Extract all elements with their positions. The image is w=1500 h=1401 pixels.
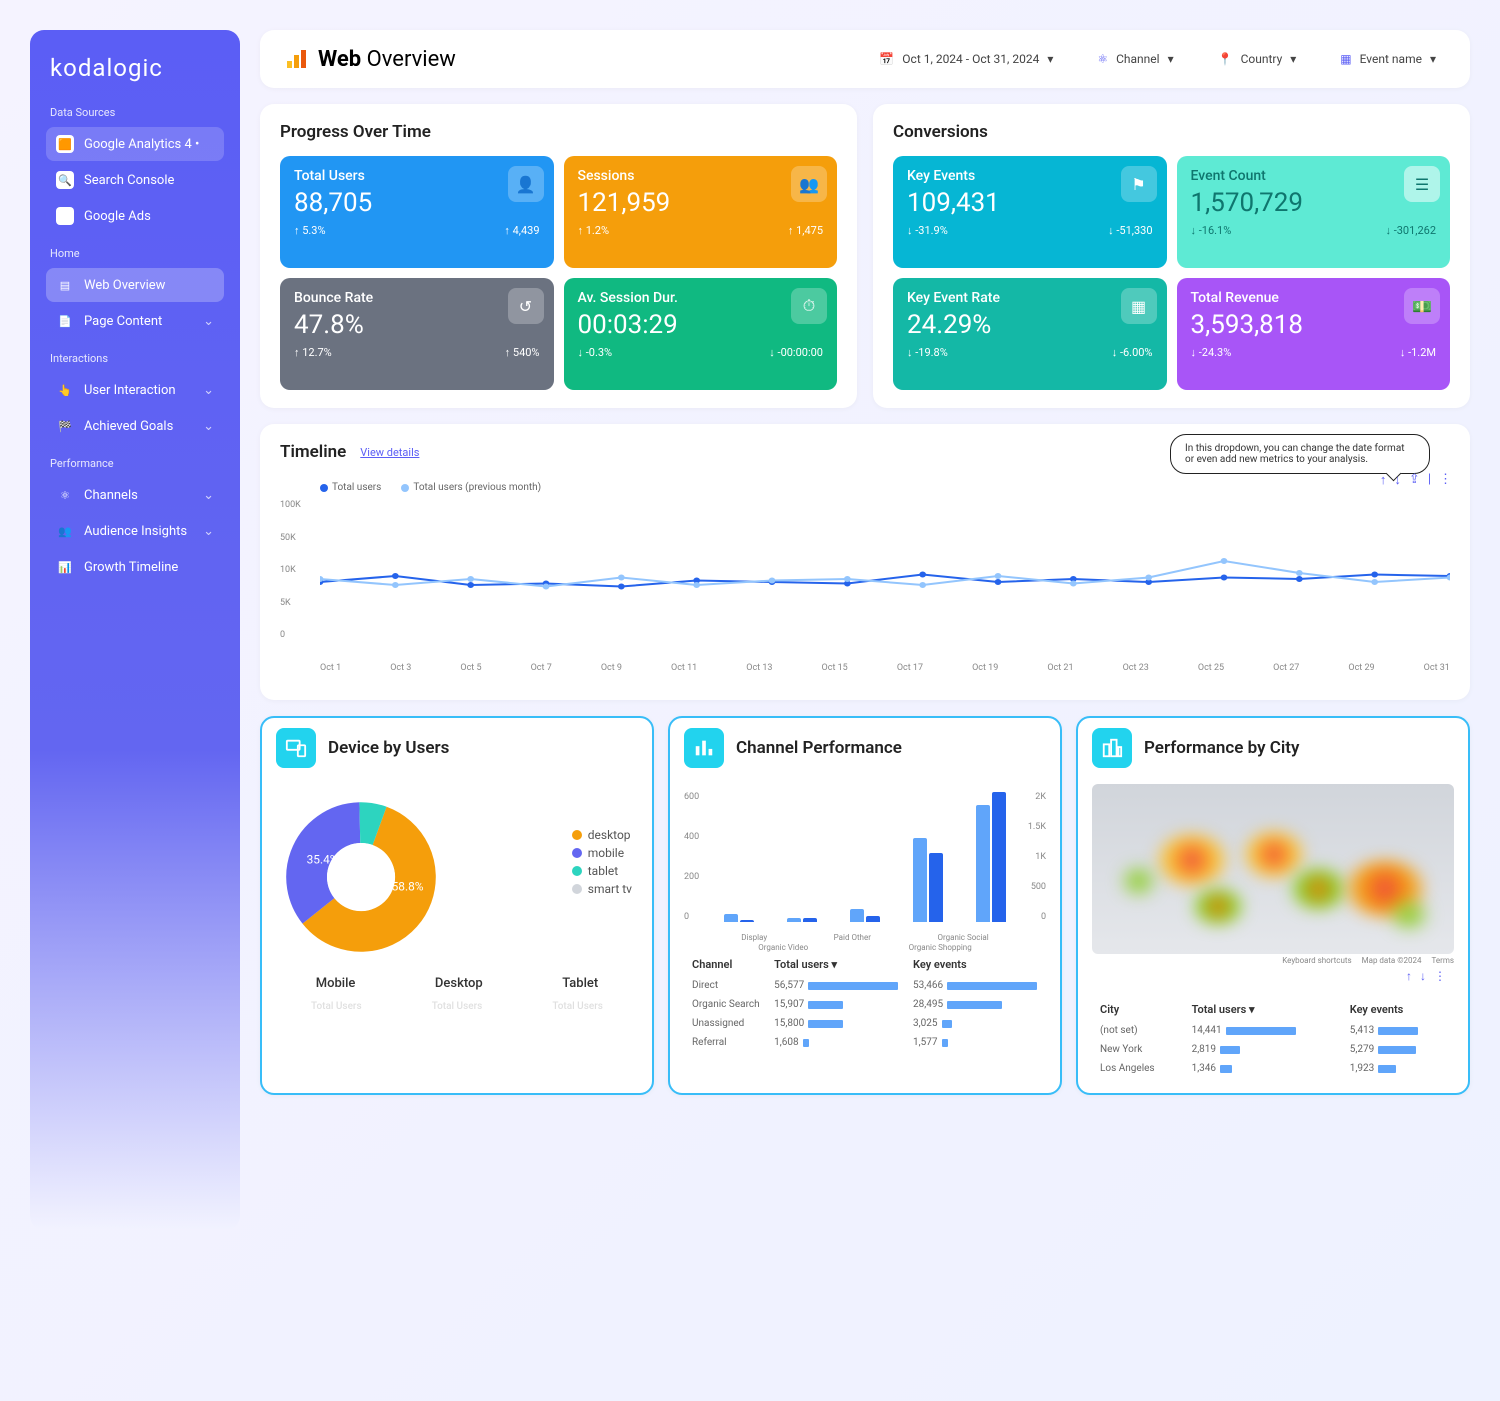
metric-total-users[interactable]: 👤 Total Users 88,705 5.3% 4,439 bbox=[280, 156, 554, 268]
section-label: Performance bbox=[50, 457, 224, 470]
chevron-down-icon: ⌄ bbox=[203, 488, 214, 503]
chevron-down-icon: ⌄ bbox=[203, 383, 214, 398]
nav-item-google-analytics-4[interactable]: 🟧Google Analytics 4 • bbox=[46, 127, 224, 161]
nav-icon: 📄 bbox=[56, 312, 74, 330]
metric-icon: ⏱ bbox=[791, 288, 827, 324]
table-row[interactable]: Organic Search15,90728,495 bbox=[686, 996, 1044, 1013]
country-filter[interactable]: 📍 Country ▾ bbox=[1208, 46, 1307, 72]
timeline-panel: Timeline View details In this dropdown, … bbox=[260, 424, 1470, 700]
chevron-down-icon: ▾ bbox=[1430, 52, 1436, 66]
device-donut: 58.8% 35.4% bbox=[276, 792, 446, 962]
metric-event-count[interactable]: ☰ Event Count 1,570,729 -16.1% -301,262 bbox=[1177, 156, 1451, 268]
device-card: Device by Users 58.8% 35.4% desktopmobil… bbox=[260, 716, 654, 1095]
timeline-tooltip: In this dropdown, you can change the dat… bbox=[1170, 434, 1430, 474]
nav-item-user-interaction[interactable]: 👆User Interaction⌄ bbox=[46, 373, 224, 407]
more-icon[interactable]: ⋮ bbox=[1434, 969, 1446, 983]
topbar: Web Overview 📅 Oct 1, 2024 - Oct 31, 202… bbox=[260, 30, 1470, 88]
date-filter[interactable]: 📅 Oct 1, 2024 - Oct 31, 2024 ▾ bbox=[869, 46, 1063, 72]
table-row[interactable]: Unassigned15,8003,025 bbox=[686, 1015, 1044, 1032]
chevron-down-icon: ⌄ bbox=[203, 314, 214, 329]
progress-title: Progress Over Time bbox=[280, 122, 837, 142]
arrow-up-icon[interactable]: ↑ bbox=[1406, 969, 1412, 983]
nav-item-search-console[interactable]: 🔍Search Console bbox=[46, 163, 224, 197]
timeline-chart: Total usersTotal users (previous month) … bbox=[280, 482, 1450, 682]
sidebar: kodalogic Data Sources 🟧Google Analytics … bbox=[30, 30, 240, 1230]
city-table: CityTotal users ▾Key events (not set)14,… bbox=[1092, 997, 1454, 1079]
metric-icon: 👥 bbox=[791, 166, 827, 202]
nav-icon: 👆 bbox=[56, 381, 74, 399]
metric-bounce-rate[interactable]: ↺ Bounce Rate 47.8% 12.7% 540% bbox=[280, 278, 554, 390]
table-row[interactable]: New York2,8195,279 bbox=[1094, 1041, 1452, 1058]
progress-panel: Progress Over Time 👤 Total Users 88,705 … bbox=[260, 104, 857, 408]
channel-bar-chart: 6004002000 2K1.5K1K5000 DisplayPaid Othe… bbox=[684, 792, 1046, 942]
chevron-down-icon: ▾ bbox=[1047, 52, 1053, 66]
calendar-icon: 📅 bbox=[879, 52, 894, 66]
nav-icon: ▤ bbox=[56, 276, 74, 294]
nav-item-web-overview[interactable]: ▤Web Overview bbox=[46, 268, 224, 302]
svg-text:58.8%: 58.8% bbox=[392, 880, 424, 894]
brand-logo: kodalogic bbox=[46, 54, 224, 82]
channel-table: ChannelTotal users ▾Key events Direct56,… bbox=[684, 952, 1046, 1053]
nav-icon: 👥 bbox=[56, 522, 74, 540]
device-title: Device by Users bbox=[328, 738, 449, 758]
main-content: Web Overview 📅 Oct 1, 2024 - Oct 31, 202… bbox=[260, 30, 1470, 1230]
metric-av-session-dur-[interactable]: ⏱ Av. Session Dur. 00:03:29 -0.3% -00:00… bbox=[564, 278, 838, 390]
world-heatmap[interactable] bbox=[1092, 784, 1454, 954]
conversions-panel: Conversions ⚑ Key Events 109,431 -31.9% … bbox=[873, 104, 1470, 408]
nav-item-page-content[interactable]: 📄Page Content⌄ bbox=[46, 304, 224, 338]
channel-icon: ⚛ bbox=[1097, 52, 1108, 66]
metric-key-event-rate[interactable]: ▦ Key Event Rate 24.29% -19.8% -6.00% bbox=[893, 278, 1167, 390]
event-filter[interactable]: ▦ Event name ▾ bbox=[1330, 46, 1446, 72]
city-card: Performance by City Keyboard shortcutsMa… bbox=[1076, 716, 1470, 1095]
table-row[interactable]: Los Angeles1,3461,923 bbox=[1094, 1060, 1452, 1077]
grid-icon: ▦ bbox=[1340, 52, 1351, 66]
metric-key-events[interactable]: ⚑ Key Events 109,431 -31.9% -51,330 bbox=[893, 156, 1167, 268]
section-label: Home bbox=[50, 247, 224, 260]
table-row[interactable]: Referral1,6081,577 bbox=[686, 1034, 1044, 1051]
arrow-down-icon[interactable]: ↓ bbox=[1420, 969, 1426, 983]
timeline-title: Timeline bbox=[280, 442, 346, 462]
nav-item-growth-timeline[interactable]: 📊Growth Timeline bbox=[46, 550, 224, 584]
metric-icon: ▦ bbox=[1121, 288, 1157, 324]
metric-total-revenue[interactable]: 💵 Total Revenue 3,593,818 -24.3% -1.2M bbox=[1177, 278, 1451, 390]
bar-chart-icon bbox=[684, 728, 724, 768]
channel-card: Channel Performance 6004002000 2K1.5K1K5… bbox=[668, 716, 1062, 1095]
svg-text:35.4%: 35.4% bbox=[307, 852, 339, 866]
nav-icon: 🏁 bbox=[56, 417, 74, 435]
chevron-down-icon: ⌄ bbox=[203, 524, 214, 539]
nav-icon: 🔍 bbox=[56, 171, 74, 189]
metric-icon: ☰ bbox=[1404, 166, 1440, 202]
section-label: Interactions bbox=[50, 352, 224, 365]
metric-icon: 💵 bbox=[1404, 288, 1440, 324]
metric-icon: 👤 bbox=[508, 166, 544, 202]
section-label: Data Sources bbox=[50, 106, 224, 119]
location-icon: 📍 bbox=[1218, 52, 1233, 66]
channel-title: Channel Performance bbox=[736, 738, 902, 758]
chevron-down-icon: ▾ bbox=[1290, 52, 1296, 66]
table-row[interactable]: Direct56,57753,466 bbox=[686, 977, 1044, 994]
nav-item-audience-insights[interactable]: 👥Audience Insights⌄ bbox=[46, 514, 224, 548]
nav-icon: ▲ bbox=[56, 207, 74, 225]
nav-item-channels[interactable]: ⚛Channels⌄ bbox=[46, 478, 224, 512]
chevron-down-icon: ⌄ bbox=[203, 419, 214, 434]
metric-icon: ⚑ bbox=[1121, 166, 1157, 202]
city-title: Performance by City bbox=[1144, 738, 1299, 758]
conversions-title: Conversions bbox=[893, 122, 1450, 142]
nav-icon: 🟧 bbox=[56, 135, 74, 153]
table-row[interactable]: (not set)14,4415,413 bbox=[1094, 1022, 1452, 1039]
devices-icon bbox=[276, 728, 316, 768]
channel-filter[interactable]: ⚛ Channel ▾ bbox=[1087, 46, 1183, 72]
analytics-icon bbox=[284, 47, 308, 71]
metric-sessions[interactable]: 👥 Sessions 121,959 1.2% 1,475 bbox=[564, 156, 838, 268]
view-details-link[interactable]: View details bbox=[360, 446, 419, 459]
nav-icon: 📊 bbox=[56, 558, 74, 576]
metric-icon: ↺ bbox=[508, 288, 544, 324]
page-title: Web Overview bbox=[284, 47, 456, 72]
nav-icon: ⚛ bbox=[56, 486, 74, 504]
nav-item-achieved-goals[interactable]: 🏁Achieved Goals⌄ bbox=[46, 409, 224, 443]
city-icon bbox=[1092, 728, 1132, 768]
chevron-down-icon: ▾ bbox=[1168, 52, 1174, 66]
nav-item-google-ads[interactable]: ▲Google Ads bbox=[46, 199, 224, 233]
